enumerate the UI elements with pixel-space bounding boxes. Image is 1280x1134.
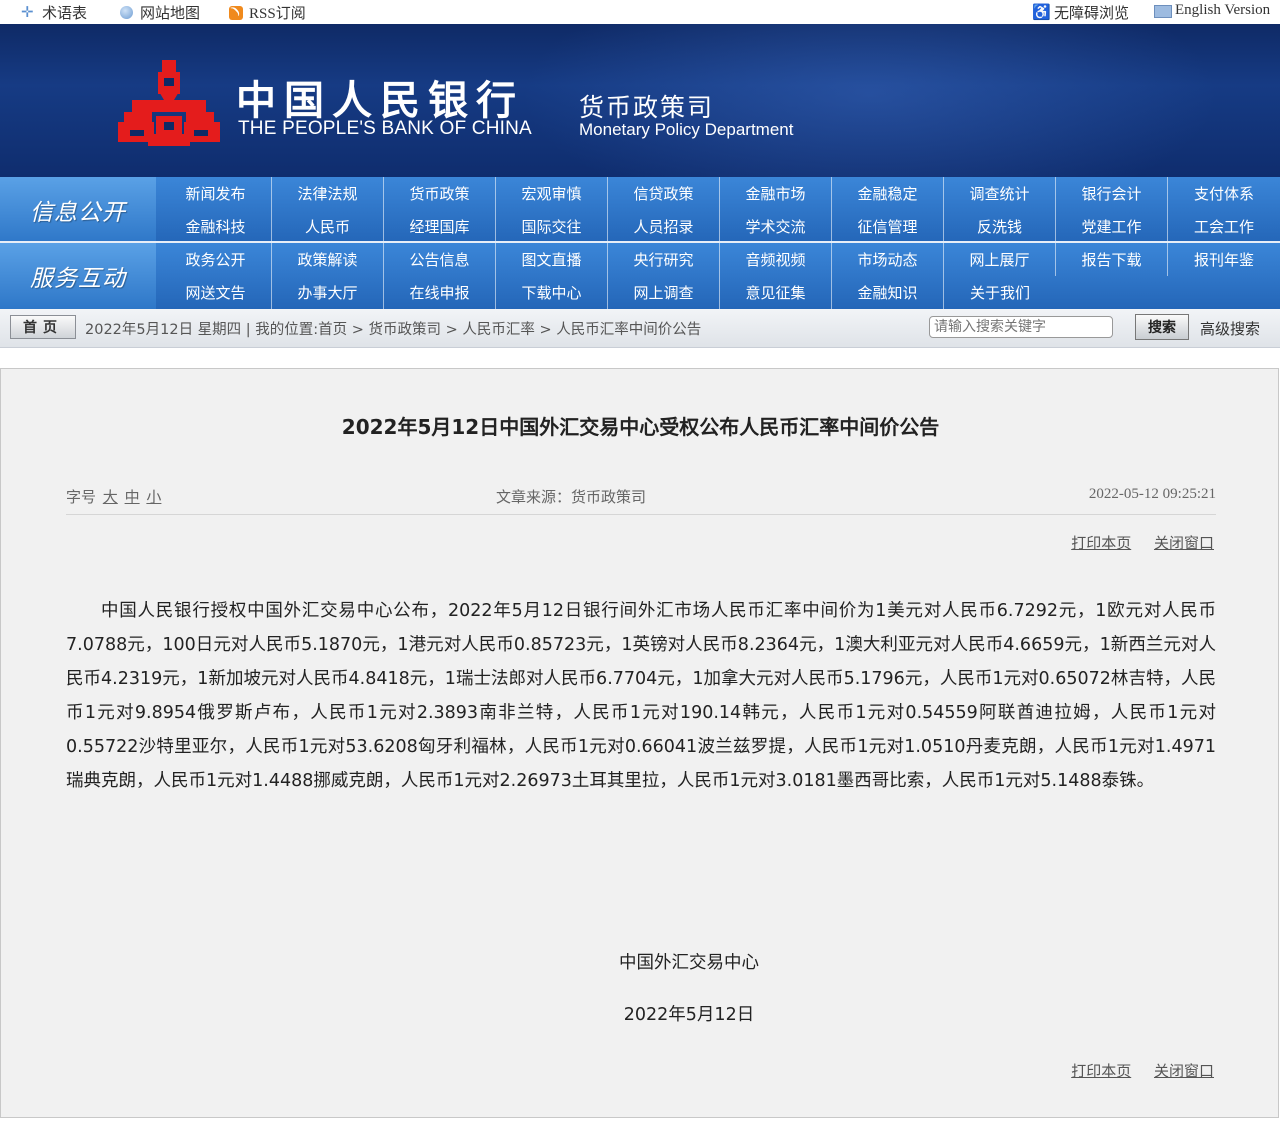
search-button[interactable]: 搜索 <box>1135 314 1189 340</box>
department-name-chinese: 货币政策司 <box>579 93 715 122</box>
nav-link[interactable]: 政策解读 <box>272 243 384 276</box>
article-body: 中国人民银行授权中国外汇交易中心公布，2022年5月12日银行间外汇市场人民币汇… <box>66 601 1216 791</box>
font-size-label: 字号 <box>66 488 97 506</box>
accessibility-link[interactable]: 无障碍浏览 <box>1032 2 1129 23</box>
font-size-large-link[interactable]: 大 <box>103 488 118 506</box>
nav-link[interactable]: 信贷政策 <box>608 177 720 210</box>
nav-link[interactable]: 网上调查 <box>608 276 720 309</box>
nav-group-service: 服务互动 政务公开 政策解读 公告信息 图文直播 央行研究 音频视频 市场动态 … <box>0 243 1280 309</box>
article-tools-top: 打印本页 关闭窗口 <box>1053 532 1214 553</box>
nav-link[interactable]: 办事大厅 <box>272 276 384 309</box>
nav-row: 政务公开 政策解读 公告信息 图文直播 央行研究 音频视频 市场动态 网上展厅 … <box>160 243 1280 276</box>
breadcrumb-bar: 首页 2022年5月12日 星期四 | 我的位置:首页 > 货币政策司 > 人民… <box>0 309 1280 348</box>
nav-link[interactable]: 新闻发布 <box>160 177 272 210</box>
nav-link[interactable]: 征信管理 <box>832 210 944 243</box>
nav-link[interactable]: 反洗钱 <box>944 210 1056 243</box>
pboc-logo-icon <box>118 60 220 146</box>
nav-link[interactable]: 人民币 <box>272 210 384 243</box>
font-size-small-link[interactable]: 小 <box>146 488 161 506</box>
department-name-english: Monetary Policy Department <box>579 120 794 139</box>
nav-link[interactable]: 公告信息 <box>384 243 496 276</box>
top-utility-bar: 术语表 网站地图 RSS订阅 无障碍浏览 English Version <box>0 0 1280 24</box>
font-size-medium-link[interactable]: 中 <box>125 488 140 506</box>
article-meta: 字号 大 中 小 文章来源：货币政策司 2022-05-12 09:25:21 <box>66 485 1216 515</box>
nav-row: 金融科技 人民币 经理国库 国际交往 人员招录 学术交流 征信管理 反洗钱 党建… <box>160 210 1280 243</box>
nav-link[interactable]: 人员招录 <box>608 210 720 243</box>
nav-link[interactable]: 在线申报 <box>384 276 496 309</box>
globe-icon <box>118 5 136 21</box>
accessibility-icon <box>1032 3 1051 22</box>
advanced-search-link[interactable]: 高级搜索 <box>1200 318 1260 339</box>
article-source: 文章来源：货币政策司 <box>496 488 647 506</box>
bank-name-english: THE PEOPLE'S BANK OF CHINA <box>238 118 532 139</box>
nav-link[interactable]: 报刊年鉴 <box>1168 243 1280 276</box>
article-tools-bottom: 打印本页 关闭窗口 <box>1053 1060 1214 1081</box>
nav-link[interactable]: 央行研究 <box>608 243 720 276</box>
nav-link[interactable]: 音频视频 <box>720 243 832 276</box>
close-window-link[interactable]: 关闭窗口 <box>1154 534 1214 552</box>
print-page-link[interactable]: 打印本页 <box>1071 534 1131 552</box>
nav-link[interactable]: 学术交流 <box>720 210 832 243</box>
nav-link[interactable]: 宏观审慎 <box>496 177 608 210</box>
rss-link[interactable]: RSS订阅 <box>227 2 306 23</box>
print-page-link[interactable]: 打印本页 <box>1071 1062 1131 1080</box>
nav-link[interactable]: 网送文告 <box>160 276 272 309</box>
nav-link[interactable]: 报告下载 <box>1056 243 1168 276</box>
nav-link[interactable]: 货币政策 <box>384 177 496 210</box>
nav-link[interactable]: 金融科技 <box>160 210 272 243</box>
font-size-selector: 字号 大 中 小 <box>66 486 161 507</box>
glossary-link[interactable]: 术语表 <box>20 2 87 23</box>
accessibility-label: 无障碍浏览 <box>1054 6 1130 22</box>
search-input[interactable] <box>929 316 1113 338</box>
english-flag-icon <box>1153 3 1172 19</box>
nav-link[interactable]: 金融知识 <box>832 276 944 309</box>
site-banner: 中国人民银行 THE PEOPLE'S BANK OF CHINA 货币政策司 … <box>0 24 1280 177</box>
article-panel: 2022年5月12日中国外汇交易中心受权公布人民币汇率中间价公告 字号 大 中 … <box>0 368 1279 1118</box>
nav-link[interactable]: 支付体系 <box>1168 177 1280 210</box>
nav-link[interactable]: 网上展厅 <box>944 243 1056 276</box>
english-version-label: English Version <box>1175 2 1271 18</box>
nav-link[interactable]: 意见征集 <box>720 276 832 309</box>
article-datetime: 2022-05-12 09:25:21 <box>1088 486 1216 502</box>
rss-icon <box>227 5 245 21</box>
nav-link[interactable]: 工会工作 <box>1168 210 1280 243</box>
nav-group-title-service: 服务互动 <box>0 243 156 309</box>
nav-link[interactable]: 政务公开 <box>160 243 272 276</box>
nav-group-title-info: 信息公开 <box>0 177 156 243</box>
nav-link[interactable]: 党建工作 <box>1056 210 1168 243</box>
nav-link[interactable]: 法律法规 <box>272 177 384 210</box>
glossary-icon <box>20 3 38 22</box>
main-navigation: 信息公开 新闻发布 法律法规 货币政策 宏观审慎 信贷政策 金融市场 金融稳定 … <box>0 177 1280 309</box>
home-button[interactable]: 首页 <box>10 315 76 339</box>
article-signature: 中国外汇交易中心 <box>619 953 759 973</box>
glossary-label: 术语表 <box>42 6 88 22</box>
rss-label: RSS订阅 <box>249 6 306 22</box>
nav-link[interactable]: 关于我们 <box>944 276 1056 309</box>
english-version-link[interactable]: English Version <box>1153 2 1270 19</box>
nav-row: 网送文告 办事大厅 在线申报 下载中心 网上调查 意见征集 金融知识 关于我们 <box>160 276 1056 309</box>
nav-link[interactable]: 金融市场 <box>720 177 832 210</box>
article-title: 2022年5月12日中国外汇交易中心受权公布人民币汇率中间价公告 <box>341 415 940 439</box>
breadcrumb: 2022年5月12日 星期四 | 我的位置:首页 > 货币政策司 > 人民币汇率… <box>85 322 702 338</box>
nav-link[interactable]: 金融稳定 <box>832 177 944 210</box>
nav-link[interactable]: 银行会计 <box>1056 177 1168 210</box>
nav-link[interactable]: 国际交往 <box>496 210 608 243</box>
nav-link[interactable]: 图文直播 <box>496 243 608 276</box>
close-window-link[interactable]: 关闭窗口 <box>1154 1062 1214 1080</box>
nav-row: 新闻发布 法律法规 货币政策 宏观审慎 信贷政策 金融市场 金融稳定 调查统计 … <box>160 177 1280 210</box>
nav-link[interactable]: 下载中心 <box>496 276 608 309</box>
article-date: 2022年5月12日 <box>623 1005 755 1025</box>
meta-divider <box>66 514 1216 515</box>
nav-link[interactable]: 市场动态 <box>832 243 944 276</box>
sitemap-link[interactable]: 网站地图 <box>118 2 200 23</box>
nav-group-info: 信息公开 新闻发布 法律法规 货币政策 宏观审慎 信贷政策 金融市场 金融稳定 … <box>0 177 1280 243</box>
nav-link[interactable]: 调查统计 <box>944 177 1056 210</box>
nav-link[interactable]: 经理国库 <box>384 210 496 243</box>
sitemap-label: 网站地图 <box>140 6 201 22</box>
